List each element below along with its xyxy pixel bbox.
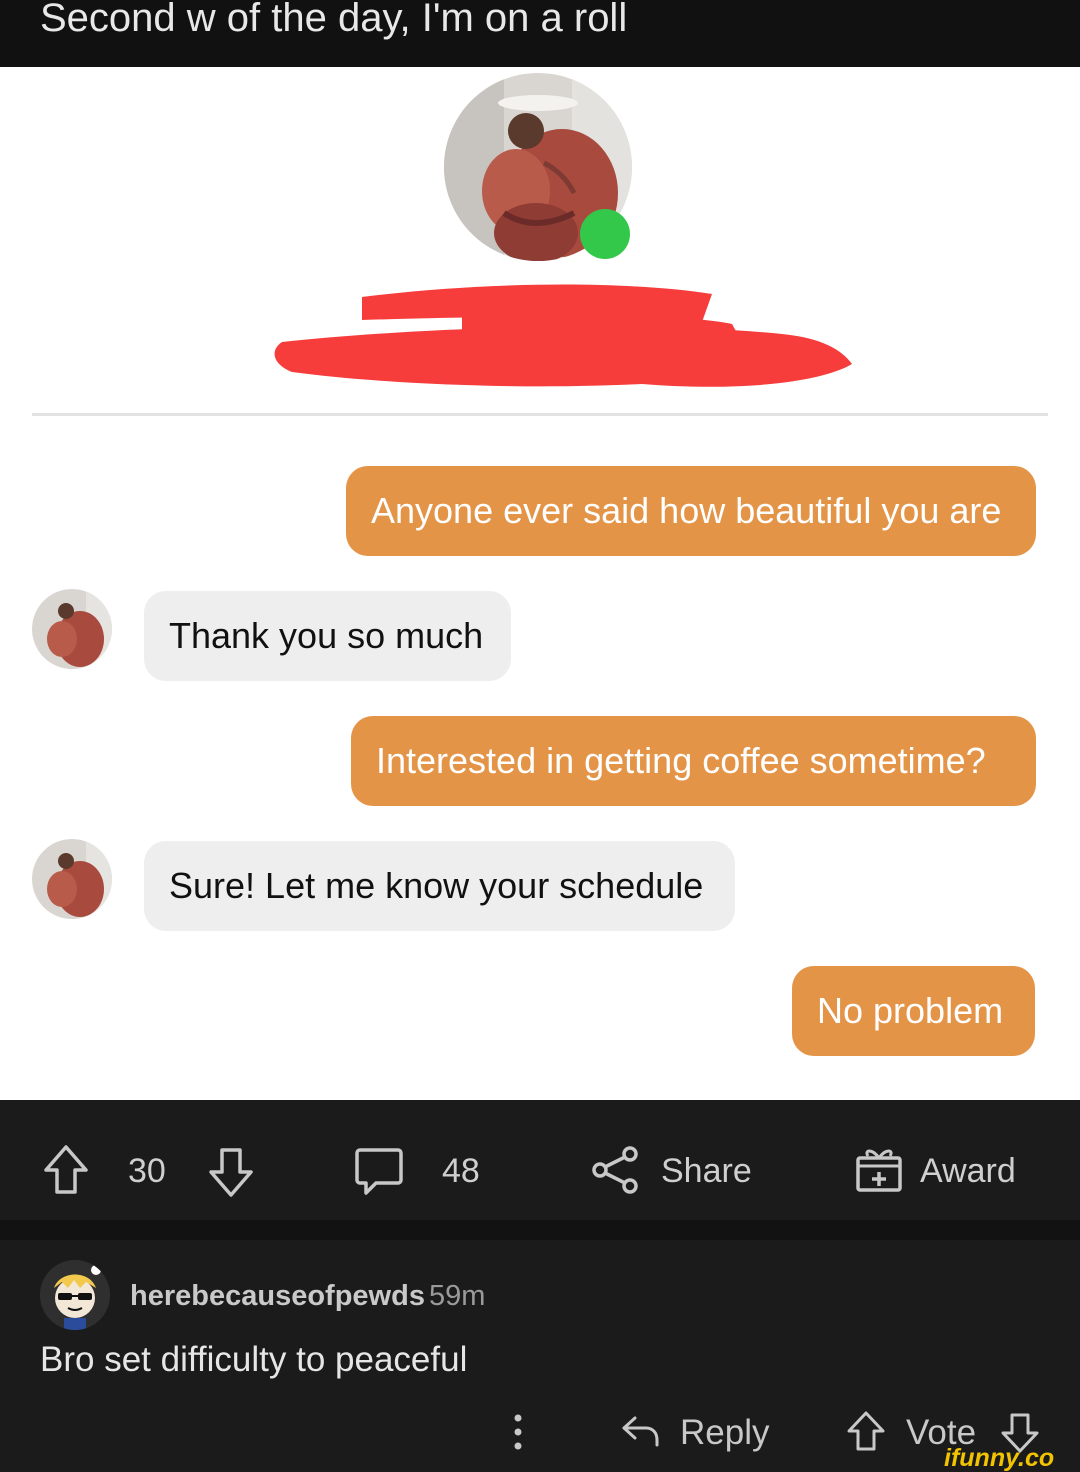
post-title-bar: Second w of the day, I'm on a roll xyxy=(0,0,1080,67)
message-sent-1: Anyone ever said how beautiful you are xyxy=(346,466,1036,556)
avatar-photo-icon xyxy=(32,839,112,919)
award-gift-icon[interactable] xyxy=(854,1144,904,1194)
comment-timestamp: 59m xyxy=(429,1280,486,1312)
reply-label[interactable]: Reply xyxy=(680,1412,769,1454)
share-label[interactable]: Share xyxy=(661,1150,752,1192)
post-action-bar: 30 48 Share Award xyxy=(0,1100,1080,1220)
comment-actions: Reply Vote xyxy=(0,1400,1080,1472)
sender-avatar-1[interactable] xyxy=(32,589,112,669)
redaction-scribble xyxy=(274,284,852,387)
upvote-arrow-icon[interactable] xyxy=(846,1410,886,1452)
divider xyxy=(32,413,1048,416)
downvote-arrow-icon[interactable] xyxy=(207,1146,255,1198)
comment-bubble-icon[interactable] xyxy=(354,1146,404,1196)
section-gap xyxy=(0,1220,1080,1240)
message-received-2: Sure! Let me know your schedule xyxy=(144,841,735,931)
message-sent-2: Interested in getting coffee sometime? xyxy=(351,716,1036,806)
comment-body: Bro set difficulty to peaceful xyxy=(40,1340,468,1379)
online-status-dot xyxy=(580,209,630,259)
sender-avatar-2[interactable] xyxy=(32,839,112,919)
comment: herebecauseofpewds 59m Bro set difficult… xyxy=(0,1240,1080,1472)
message-sent-3: No problem xyxy=(792,966,1035,1056)
reply-arrow-icon[interactable] xyxy=(620,1412,660,1450)
post-title: Second w of the day, I'm on a roll xyxy=(40,0,628,40)
comment-count: 48 xyxy=(442,1152,480,1190)
message-received-1: Thank you so much xyxy=(144,591,511,681)
award-label[interactable]: Award xyxy=(920,1150,1016,1192)
share-icon[interactable] xyxy=(590,1146,640,1194)
upvote-count: 30 xyxy=(128,1152,166,1190)
upvote-arrow-icon[interactable] xyxy=(42,1144,90,1196)
avatar-photo-icon xyxy=(32,589,112,669)
chat-screenshot: Anyone ever said how beautiful you are T… xyxy=(0,67,1080,1100)
commenter-avatar-icon xyxy=(40,1260,110,1330)
more-options-icon[interactable] xyxy=(510,1412,526,1452)
comment-username[interactable]: herebecauseofpewds xyxy=(130,1278,425,1314)
ifunny-watermark: ifunny.co xyxy=(944,1444,1055,1472)
commenter-avatar[interactable] xyxy=(40,1260,110,1330)
